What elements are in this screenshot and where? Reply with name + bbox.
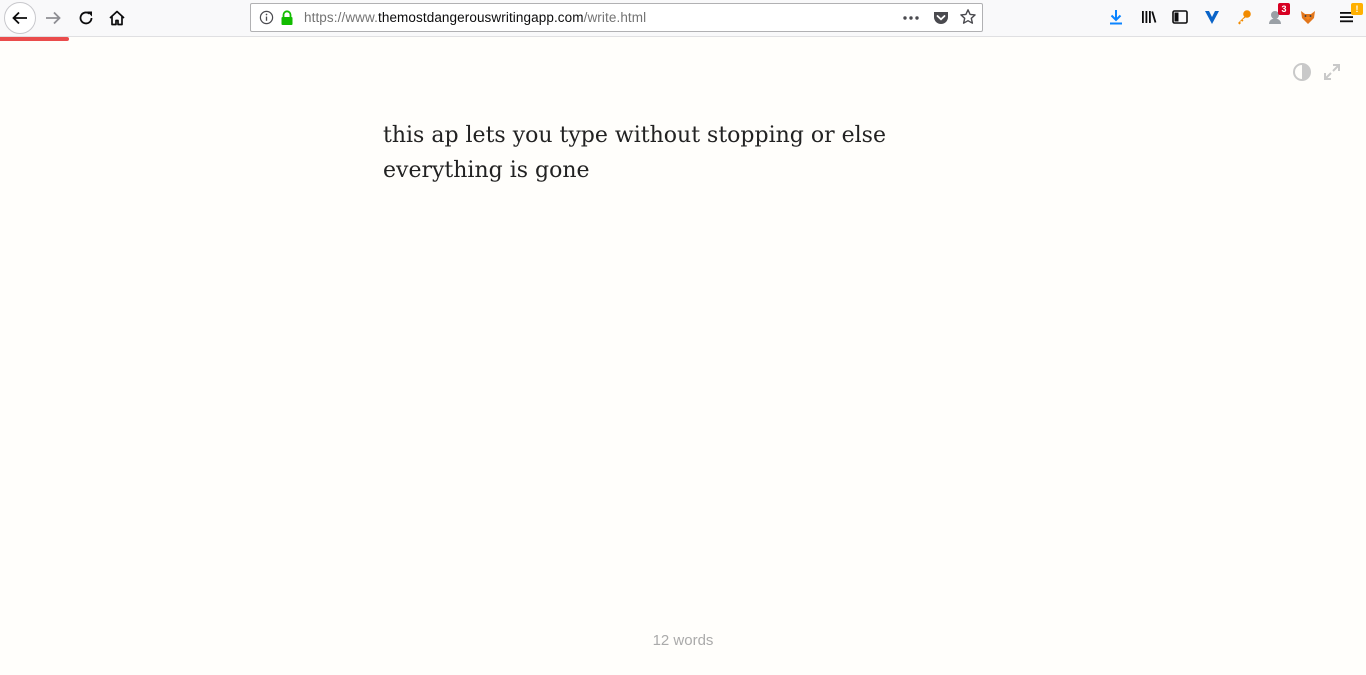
forward-button[interactable]	[39, 4, 67, 32]
page-actions-icon[interactable]	[902, 9, 920, 27]
sidebar-button[interactable]	[1169, 6, 1191, 28]
extension-fox-button[interactable]	[1297, 6, 1319, 28]
reload-icon	[79, 11, 93, 25]
reload-button[interactable]	[72, 4, 100, 32]
lock-icon[interactable]	[280, 10, 294, 26]
page-load-progress-bar	[0, 37, 69, 41]
page-controls	[1292, 62, 1342, 82]
arrow-right-icon	[46, 11, 61, 25]
menu-button[interactable]: !	[1336, 3, 1363, 28]
downloads-button[interactable]	[1105, 6, 1127, 28]
library-icon	[1142, 11, 1157, 23]
extension-notifications-button[interactable]: 3	[1265, 3, 1290, 28]
home-button[interactable]	[103, 4, 131, 32]
home-icon	[109, 10, 125, 26]
url-bar[interactable]: https://www.themostdangerouswritingapp.c…	[250, 3, 983, 32]
back-button[interactable]	[4, 2, 36, 34]
v-extension-icon	[1205, 11, 1219, 24]
word-count: 12 words	[652, 632, 714, 649]
key-icon	[1238, 10, 1251, 25]
pocket-icon[interactable]	[932, 9, 950, 27]
download-icon	[1110, 10, 1122, 25]
extension-v-button[interactable]	[1201, 6, 1223, 28]
url-path: /write.html	[583, 10, 647, 25]
sidebar-icon	[1172, 10, 1188, 24]
writing-area[interactable]: this ap lets you type without stopping o…	[383, 118, 983, 188]
bookmark-star-icon[interactable]	[959, 8, 977, 26]
fullscreen-icon[interactable]	[1322, 62, 1342, 82]
library-button[interactable]	[1138, 6, 1160, 28]
url-domain: themostdangerouswritingapp.com	[377, 10, 584, 25]
update-alert-badge: !	[1351, 3, 1363, 15]
arrow-left-icon	[12, 11, 27, 25]
fox-icon	[1301, 11, 1315, 24]
extension-key-button[interactable]	[1233, 6, 1255, 28]
url-prefix: https://www.	[304, 10, 378, 25]
notification-badge: 3	[1278, 3, 1290, 15]
info-icon[interactable]	[259, 10, 274, 25]
browser-toolbar: https://www.themostdangerouswritingapp.c…	[0, 0, 1366, 37]
contrast-toggle-icon[interactable]	[1292, 62, 1312, 82]
url-text[interactable]: https://www.themostdangerouswritingapp.c…	[304, 10, 646, 25]
